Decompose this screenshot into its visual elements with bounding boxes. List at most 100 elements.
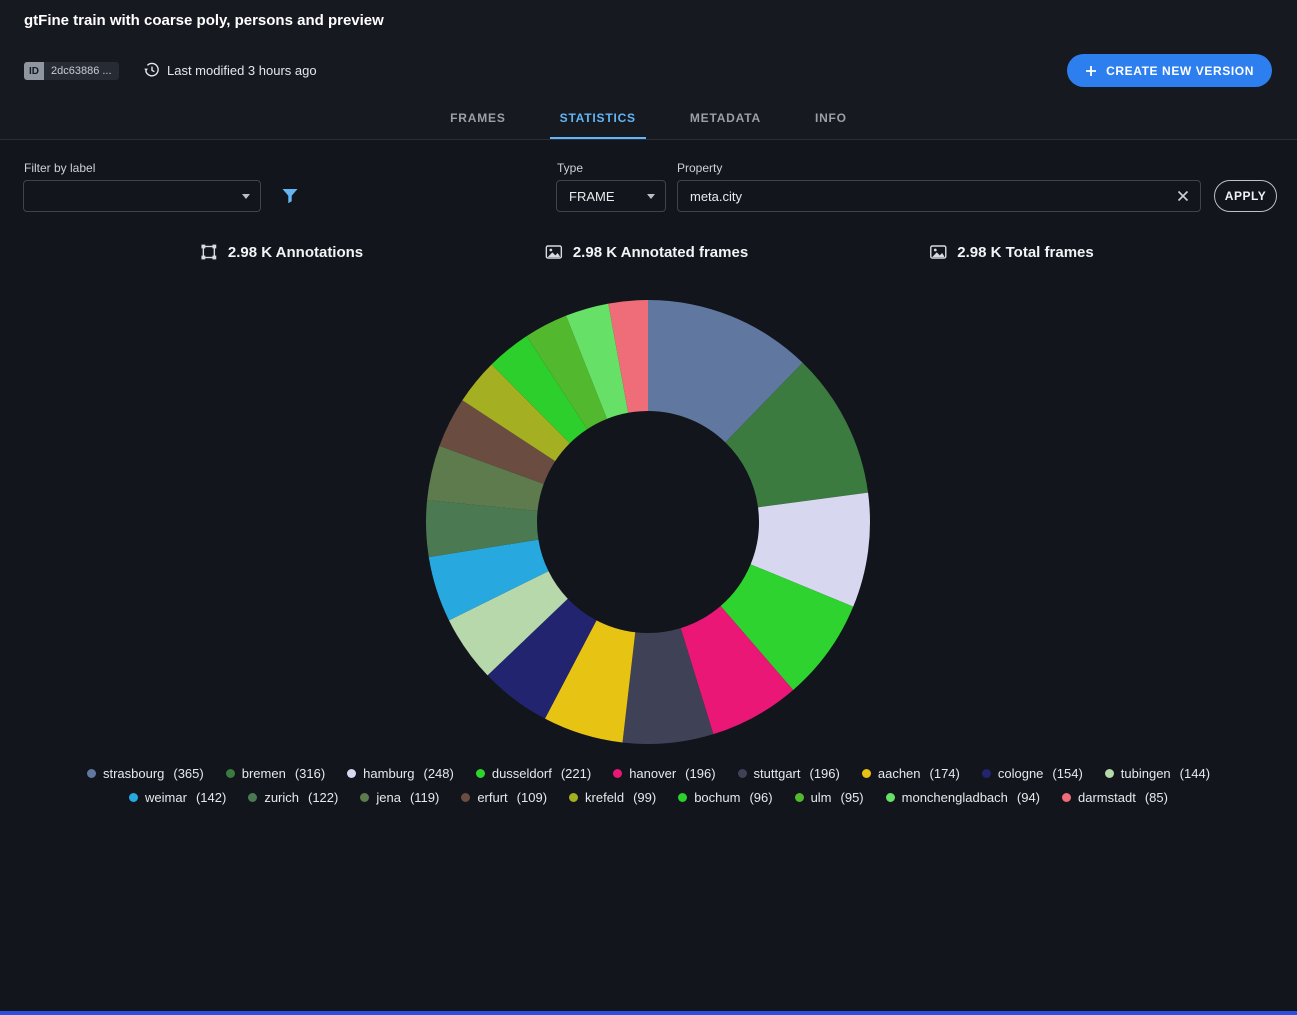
type-select-value: FRAME <box>569 189 615 204</box>
legend-item-weimar[interactable]: weimar (142) <box>129 790 226 805</box>
legend-item-monchengladbach[interactable]: monchengladbach(94) <box>886 790 1040 805</box>
legend-item-hamburg[interactable]: hamburg(248) <box>347 766 454 781</box>
legend-row: weimar (142) zurich(122) jena (119) erfurt(10… <box>0 790 1297 805</box>
legend-item-cologne[interactable]: cologne (154) <box>982 766 1083 781</box>
chevron-down-icon <box>242 194 250 199</box>
tab-frames[interactable]: FRAMES <box>446 97 509 139</box>
legend-count: (95) <box>841 790 864 805</box>
legend-name: cologne <box>998 766 1044 781</box>
plus-icon <box>1085 65 1097 77</box>
stat-annotated-frames: 2.98 K Annotated frames <box>544 242 748 262</box>
legend-item-ulm[interactable]: ulm (95) <box>795 790 864 805</box>
tab-metadata[interactable]: METADATA <box>686 97 765 139</box>
legend-item-zurich[interactable]: zurich(122) <box>248 790 338 805</box>
legend-name: bremen <box>242 766 286 781</box>
filter-funnel-icon[interactable] <box>281 187 299 210</box>
legend-name: weimar <box>145 790 187 805</box>
legend-dot-icon <box>1062 793 1071 802</box>
page-title: gtFine train with coarse poly, persons a… <box>24 12 384 29</box>
legend-name: krefeld <box>585 790 624 805</box>
id-badge: ID <box>24 62 44 80</box>
legend-dot-icon <box>738 769 747 778</box>
legend-item-hanover[interactable]: hanover (196) <box>613 766 715 781</box>
legend-dot-icon <box>982 769 991 778</box>
legend-count: (248) <box>423 766 453 781</box>
property-input[interactable] <box>677 180 1201 212</box>
legend-count: (316) <box>295 766 325 781</box>
legend-dot-icon <box>678 793 687 802</box>
legend-count: (154) <box>1052 766 1082 781</box>
id-value: 2dc63886 ... <box>44 62 119 80</box>
legend-count: (196) <box>685 766 715 781</box>
clear-property-icon[interactable] <box>1176 189 1190 208</box>
tab-info[interactable]: INFO <box>811 97 851 139</box>
legend-count: (94) <box>1017 790 1040 805</box>
legend-dot-icon <box>886 793 895 802</box>
legend-count: (142) <box>196 790 226 805</box>
filter-by-label-label: Filter by label <box>24 161 95 175</box>
legend-dot-icon <box>461 793 470 802</box>
legend-item-erfurt[interactable]: erfurt(109) <box>461 790 547 805</box>
legend-count: (99) <box>633 790 656 805</box>
stat-total-frames-text: 2.98 K Total frames <box>957 244 1093 261</box>
tab-statistics[interactable]: STATISTICS <box>556 97 640 139</box>
legend-item-dusseldorf[interactable]: dusseldorf (221) <box>476 766 591 781</box>
chevron-down-icon <box>647 194 655 199</box>
last-modified: Last modified 3 hours ago <box>144 62 317 78</box>
legend-count: (196) <box>810 766 840 781</box>
legend-item-krefeld[interactable]: krefeld (99) <box>569 790 656 805</box>
legend-dot-icon <box>476 769 485 778</box>
legend-name: aachen <box>878 766 921 781</box>
legend-dot-icon <box>87 769 96 778</box>
label-filter-select[interactable] <box>23 180 261 212</box>
city-distribution-chart <box>418 292 878 752</box>
last-modified-text: Last modified 3 hours ago <box>167 63 317 78</box>
legend-count: (85) <box>1145 790 1168 805</box>
legend-name: stuttgart <box>754 766 801 781</box>
dataset-statistics-page: gtFine train with coarse poly, persons a… <box>0 0 1297 1015</box>
chart-legend: strasbourg (365) bremen (316) hamburg(248) du… <box>0 766 1297 805</box>
legend-item-tubingen[interactable]: tubingen(144) <box>1105 766 1210 781</box>
legend-count: (365) <box>173 766 203 781</box>
frames-icon <box>544 242 564 262</box>
stat-total-frames: 2.98 K Total frames <box>928 242 1093 262</box>
legend-count: (122) <box>308 790 338 805</box>
legend-item-darmstadt[interactable]: darmstadt (85) <box>1062 790 1168 805</box>
legend-count: (221) <box>561 766 591 781</box>
frames-icon <box>928 242 948 262</box>
legend-item-strasbourg[interactable]: strasbourg (365) <box>87 766 204 781</box>
dataset-id-chip[interactable]: ID 2dc63886 ... <box>24 62 119 80</box>
legend-item-aachen[interactable]: aachen(174) <box>862 766 960 781</box>
apply-button[interactable]: APPLY <box>1214 180 1277 212</box>
create-new-version-button[interactable]: CREATE NEW VERSION <box>1067 54 1272 87</box>
legend-name: darmstadt <box>1078 790 1136 805</box>
legend-item-jena[interactable]: jena (119) <box>360 790 439 805</box>
legend-count: (109) <box>517 790 547 805</box>
stat-annotated-frames-text: 2.98 K Annotated frames <box>573 244 748 261</box>
create-new-version-label: CREATE NEW VERSION <box>1106 64 1254 78</box>
type-select[interactable]: FRAME <box>556 180 666 212</box>
stat-annotations: 2.98 K Annotations <box>199 242 363 262</box>
legend-name: ulm <box>811 790 832 805</box>
legend-count: (119) <box>410 790 439 805</box>
history-icon <box>144 62 160 78</box>
legend-item-bremen[interactable]: bremen (316) <box>226 766 325 781</box>
legend-name: dusseldorf <box>492 766 552 781</box>
legend-dot-icon <box>226 769 235 778</box>
legend-name: tubingen <box>1121 766 1171 781</box>
legend-name: jena <box>376 790 401 805</box>
legend-name: hanover <box>629 766 676 781</box>
header: gtFine train with coarse poly, persons a… <box>0 0 1297 140</box>
legend-dot-icon <box>862 769 871 778</box>
legend-dot-icon <box>795 793 804 802</box>
legend-item-bochum[interactable]: bochum(96) <box>678 790 772 805</box>
legend-row: strasbourg (365) bremen (316) hamburg(248) du… <box>0 766 1297 781</box>
donut-chart <box>418 292 878 752</box>
legend-name: strasbourg <box>103 766 164 781</box>
legend-dot-icon <box>360 793 369 802</box>
stat-annotations-text: 2.98 K Annotations <box>228 244 363 261</box>
bottom-progress-bar <box>0 1011 1297 1015</box>
type-label: Type <box>557 161 583 175</box>
legend-item-stuttgart[interactable]: stuttgart (196) <box>738 766 840 781</box>
legend-dot-icon <box>569 793 578 802</box>
